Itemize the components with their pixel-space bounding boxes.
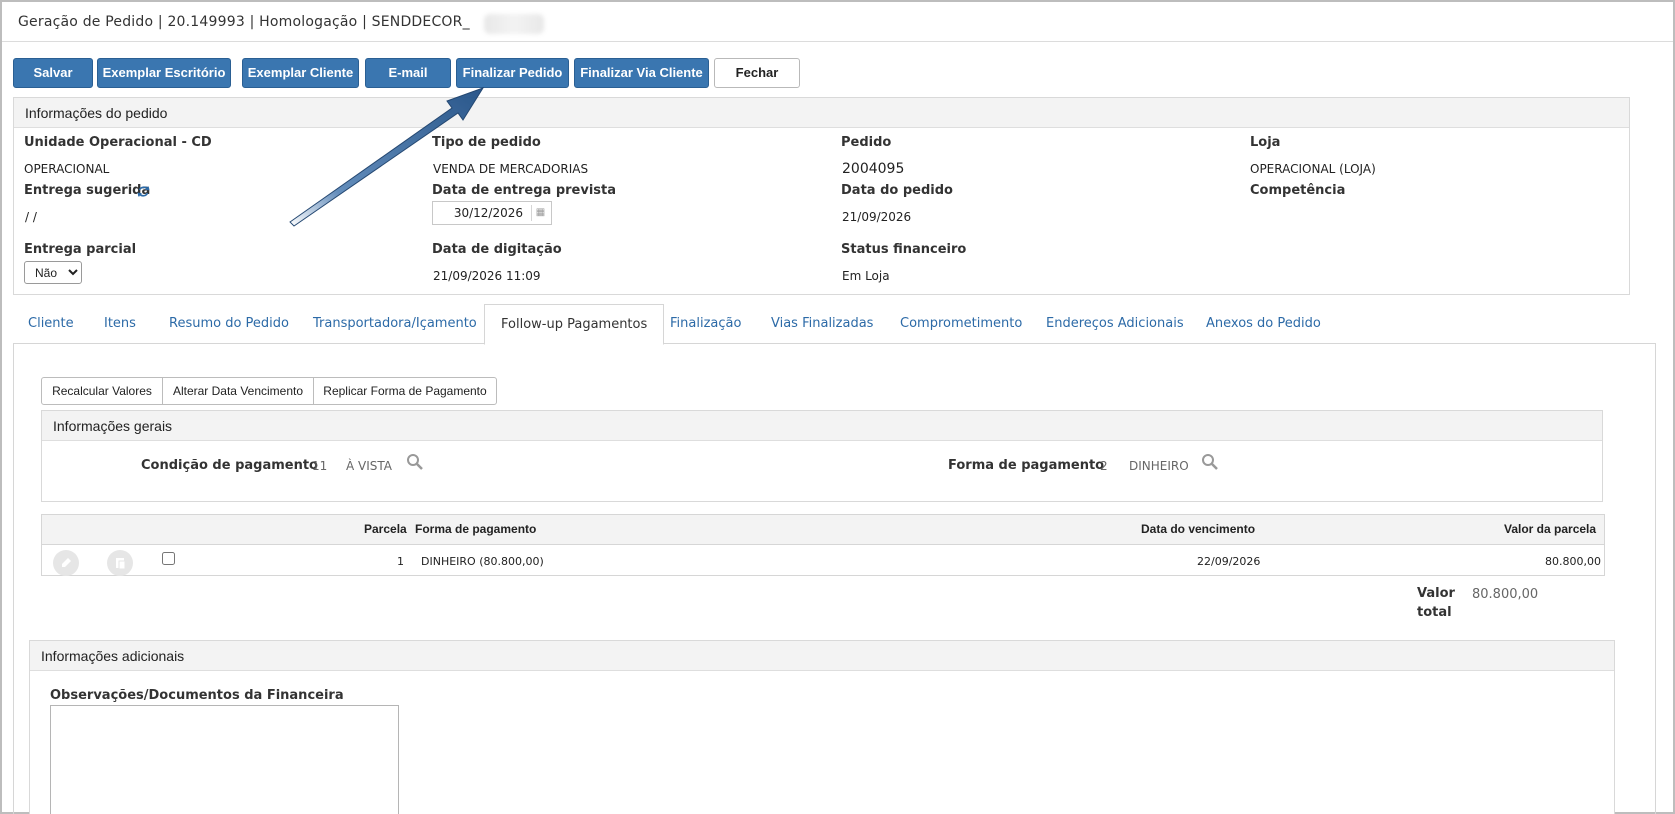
order-info-panel: Informações do pedido [13,97,1630,295]
edit-icon[interactable] [53,550,79,576]
payment-method-label: Forma de pagamento [948,458,1105,473]
payment-method-value: DINHEIRO [1129,459,1189,473]
finalize-order-button[interactable]: Finalizar Pedido [456,58,569,88]
redacted-text [484,14,544,34]
tab-itens[interactable]: Itens [104,304,136,344]
obs-textarea[interactable] [50,705,399,814]
col-data: Data do vencimento [1141,522,1256,536]
entrega-sugerida-value: / / [25,210,37,224]
loja-value: OPERACIONAL (LOJA) [1250,162,1376,176]
refresh-icon[interactable] [137,185,150,198]
title-bar: Geração de Pedido | 20.149993 | Homologa… [2,2,1673,42]
payments-table: Parcela Forma de pagamento Data do venci… [41,514,1605,576]
pedido-label: Pedido [841,135,892,150]
data-digitacao-label: Data de digitação [432,242,562,257]
col-parcela: Parcela [364,522,407,536]
total-value: 80.800,00 [1472,587,1539,602]
save-button[interactable]: Salvar [13,58,93,88]
calendar-icon[interactable]: ▦ [531,205,549,221]
replicate-payment-button[interactable]: Replicar Forma de Pagamento [313,377,497,405]
pedido-value: 2004095 [842,161,905,177]
general-info-heading: Informações gerais [42,411,1602,441]
row-checkbox[interactable] [162,552,175,565]
tab-anexos-do-pedido[interactable]: Anexos do Pedido [1206,304,1321,344]
client-copy-button[interactable]: Exemplar Cliente [242,58,359,88]
data-entrega-label: Data de entrega prevista [432,183,617,198]
tab-finalizacao[interactable]: Finalização [670,304,741,344]
entrega-parcial-label: Entrega parcial [24,242,137,257]
tab-resumo-do-pedido[interactable]: Resumo do Pedido [169,304,289,344]
entrega-sugerida-label: Entrega sugerida [24,183,151,198]
copy-icon[interactable] [107,550,133,576]
competencia-label: Competência [1250,183,1346,198]
unidade-value: OPERACIONAL [24,162,110,176]
col-valor: Valor da parcela [1504,522,1597,536]
search-icon[interactable] [406,453,424,471]
loja-label: Loja [1250,135,1281,150]
total-label-line2: total [1417,605,1452,620]
tab-transportadora[interactable]: Transportadora/Içamento [313,304,477,344]
additional-info-heading: Informações adicionais [30,641,1614,671]
data-digitacao-value: 21/09/2026 11:09 [433,269,541,283]
row-data: 22/09/2026 [1197,555,1261,568]
email-button[interactable]: E-mail [365,58,451,88]
finalize-via-client-button[interactable]: Finalizar Via Cliente [574,58,709,88]
delivery-date-input[interactable]: 30/12/2026 ▦ [432,201,552,225]
row-parcela: 1 [397,555,404,568]
row-valor: 80.800,00 [1545,555,1601,568]
payment-condition-label: Condição de pagamento [141,458,318,473]
tab-enderecos-adicionais[interactable]: Endereços Adicionais [1046,304,1184,344]
recalculate-button[interactable]: Recalcular Valores [41,377,163,405]
status-label: Status financeiro [841,242,967,257]
office-copy-button[interactable]: Exemplar Escritório [97,58,231,88]
window-title: Geração de Pedido | 20.149993 | Homologa… [18,14,470,30]
tab-bar: Cliente Itens Resumo do Pedido Transport… [13,304,1656,345]
data-pedido-label: Data do pedido [841,183,953,198]
total-label-line1: Valor [1417,586,1455,601]
delivery-date-value: 30/12/2026 [453,206,523,220]
tipo-value: VENDA DE MERCADORIAS [433,162,589,176]
search-icon[interactable] [1201,453,1219,471]
tab-comprometimento[interactable]: Comprometimento [900,304,1022,344]
order-info-heading: Informações do pedido [14,98,1629,128]
row-forma: DINHEIRO (80.800,00) [421,555,544,568]
col-forma: Forma de pagamento [415,522,537,536]
data-pedido-value: 21/09/2026 [842,210,912,224]
tab-vias-finalizadas[interactable]: Vias Finalizadas [771,304,873,344]
tab-follow-up-pagamentos[interactable]: Follow-up Pagamentos [484,304,665,345]
obs-label: Observações/Documentos da Financeira [50,688,344,703]
payment-condition-value: À VISTA [346,459,392,473]
general-info-panel: Informações gerais [41,410,1603,502]
payment-condition-code: 11 [312,459,328,473]
change-due-date-button[interactable]: Alterar Data Vencimento [162,377,314,405]
close-button[interactable]: Fechar [714,58,800,88]
partial-delivery-select[interactable]: Não [24,261,82,284]
status-value: Em Loja [842,269,890,283]
tipo-label: Tipo de pedido [432,135,541,150]
tab-cliente[interactable]: Cliente [28,304,74,344]
payment-method-code: 2 [1100,459,1108,473]
unidade-label: Unidade Operacional - CD [24,135,212,150]
payments-table-header: Parcela Forma de pagamento Data do venci… [42,515,1604,545]
